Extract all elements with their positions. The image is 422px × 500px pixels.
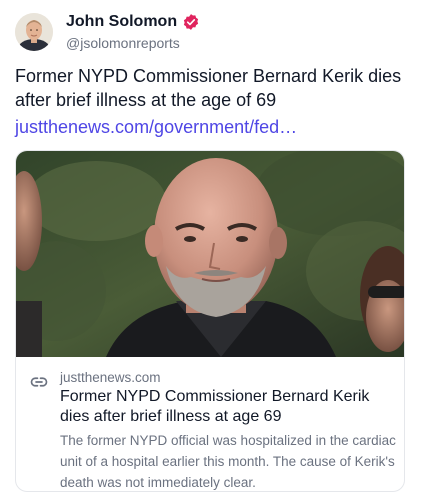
post-text: Former NYPD Commissioner Bernard Kerik d…	[15, 66, 402, 110]
author-name-row: John Solomon	[66, 12, 200, 32]
avatar-image	[15, 13, 53, 51]
link-preview-card[interactable]: justthenews.com Former NYPD Commissioner…	[15, 150, 405, 492]
avatar[interactable]	[15, 13, 53, 51]
link-icon	[30, 373, 48, 391]
card-meta: justthenews.com Former NYPD Commissioner…	[16, 357, 404, 491]
verified-badge-icon	[182, 13, 200, 31]
card-description: The former NYPD official was hospitalize…	[60, 433, 396, 490]
card-domain: justthenews.com	[60, 370, 161, 385]
card-title[interactable]: Former NYPD Commissioner Bernard Kerik d…	[60, 387, 398, 427]
post-link[interactable]: justthenews.com/government/fed…	[15, 115, 297, 139]
post-header: John Solomon @jsolomonreports	[15, 10, 405, 54]
author-name[interactable]: John Solomon	[66, 12, 177, 32]
card-image[interactable]	[16, 151, 404, 357]
author-handle[interactable]: @jsolomonreports	[66, 34, 180, 52]
